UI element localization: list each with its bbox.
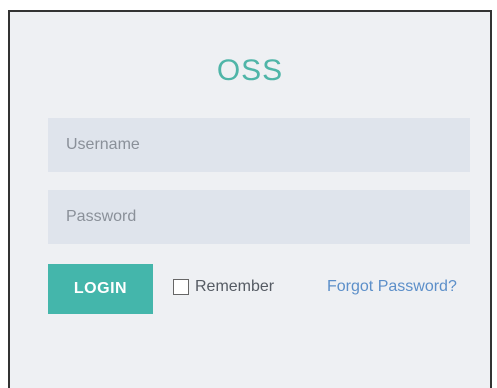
login-panel: OSS LOGIN Remember Forgot Password? bbox=[8, 10, 492, 388]
remember-label: Remember bbox=[195, 278, 275, 295]
username-input[interactable] bbox=[48, 118, 470, 172]
password-input[interactable] bbox=[48, 190, 470, 244]
remember-checkbox[interactable] bbox=[173, 279, 189, 295]
login-button[interactable]: LOGIN bbox=[48, 264, 153, 314]
remember-option[interactable]: Remember bbox=[173, 278, 274, 296]
forgot-password-link[interactable]: Forgot Password? bbox=[327, 278, 457, 296]
app-title: OSS bbox=[216, 54, 284, 87]
